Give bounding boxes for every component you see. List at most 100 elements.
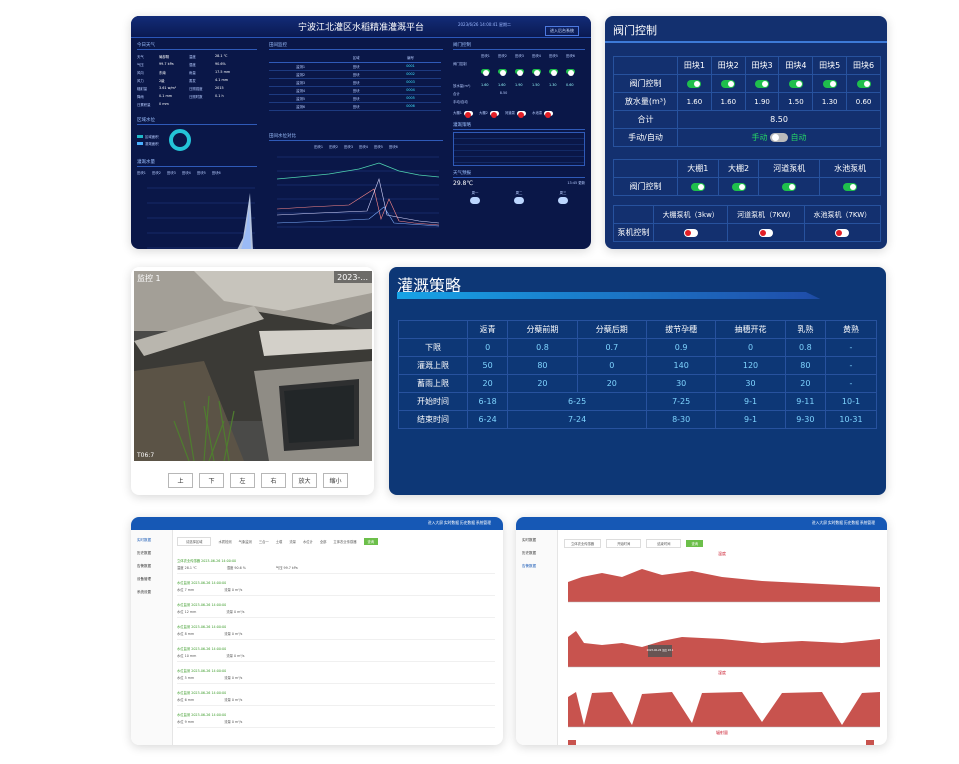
record-title[interactable]: 水位监测 2023-06-26 14:00:00 <box>177 580 495 585</box>
strategy-row: 蓄雨上限 20 20 20 30 30 20- <box>398 374 878 393</box>
valve-toggle-1[interactable] <box>687 79 702 88</box>
monitor-row[interactable]: 监测1 田块 0001 <box>269 62 441 71</box>
zoom-out-button[interactable]: 缩小 <box>323 473 348 488</box>
sidebar-item[interactable]: 历史数据 <box>522 551 557 556</box>
dash-pump-toggle[interactable] <box>489 110 499 118</box>
ptz-down-button[interactable]: 下 <box>199 473 224 488</box>
monitor-row[interactable]: 监测4 田块 0004 <box>269 86 441 95</box>
strategy-header-cell: 分蘖前期 <box>507 320 578 339</box>
ptz-up-button[interactable]: 上 <box>168 473 193 488</box>
record-title[interactable]: 水位监测 2023-06-26 14:00:00 <box>177 690 495 695</box>
strategy-header-cell: 返青 <box>466 320 509 339</box>
sidebar-item[interactable]: 历史数据 <box>137 551 172 556</box>
shed-header: 水池泵机 <box>819 159 881 178</box>
sidebar-item[interactable]: 设备管理 <box>137 577 172 582</box>
nav-system[interactable]: 系统管理 <box>476 520 491 526</box>
monitor-row[interactable]: 监测6 田块 0006 <box>269 102 441 111</box>
nav-realtime[interactable]: 实时数据 <box>444 520 459 526</box>
ptz-controls: 上下左右放大 缩小 <box>168 473 348 488</box>
monitor-row[interactable]: 监测5 田块 0005 <box>269 94 441 103</box>
dash-pump-toggle[interactable] <box>463 110 473 118</box>
record-title[interactable]: 水位监测 2023-06-26 14:00:00 <box>177 602 495 607</box>
dash-flow-label: 放水量(m³) <box>453 84 471 88</box>
water-level-legend-item: 田块1 <box>137 171 146 175</box>
nav-history-r[interactable]: 历史数据 <box>844 520 859 526</box>
shed-valve-toggle[interactable] <box>782 182 797 191</box>
dash-valve-toggle[interactable] <box>498 69 507 76</box>
weather-cell: 风力 <box>137 79 144 83</box>
shed-valve-toggle[interactable] <box>690 182 705 191</box>
valve-toggle-4[interactable] <box>788 79 803 88</box>
dash-pump-toggle[interactable] <box>544 110 554 118</box>
weather-cell: 局部阴 <box>159 55 170 59</box>
weather-cell: 2015 <box>215 86 224 90</box>
mode-switch[interactable]: 手动 自动 <box>677 128 881 147</box>
pump-toggle[interactable] <box>835 228 850 237</box>
valve-toggle-5[interactable] <box>822 79 837 88</box>
record-title[interactable]: 水位监测 2023-06-26 14:00:00 <box>177 646 495 651</box>
dash-valve-toggle[interactable] <box>549 69 558 76</box>
weather-grid: 天气 局部阴 温度 28.1 ℃ 气压 99.7 kPa 湿度 90.6% 风向 东南 雨量 17.5… <box>137 54 257 107</box>
filter-option[interactable]: 请选择区域 <box>177 537 212 546</box>
valve-toggle-2[interactable] <box>721 79 736 88</box>
zoom-in-button[interactable]: 放大 <box>292 473 317 488</box>
sidebar-item[interactable]: 实时数据 <box>137 538 172 543</box>
valve-toggle-3[interactable] <box>755 79 770 88</box>
sidebar-item[interactable]: 告警数据 <box>522 564 557 569</box>
valve-toggle-6[interactable] <box>856 79 871 88</box>
weather-cell: 东南 <box>159 71 166 75</box>
filter-option[interactable]: 水位计 <box>303 539 313 544</box>
mode-toggle[interactable] <box>770 133 788 142</box>
strategy-header-cell: 拔节孕穗 <box>645 320 717 339</box>
record-value: 水位 6 mm <box>177 698 195 702</box>
dash-valve-toggle[interactable] <box>481 69 490 76</box>
ptz-left-button[interactable]: 左 <box>230 473 255 488</box>
nav-dashboard-r[interactable]: 进入大屏 <box>812 520 827 526</box>
monitor-row[interactable]: 监测2 田块 0002 <box>269 70 441 79</box>
camera-corner-time: T06:7 <box>137 452 155 459</box>
shed-valve-toggle[interactable] <box>843 182 858 191</box>
nav-history[interactable]: 历史数据 <box>460 520 475 526</box>
dash-pump-toggle[interactable] <box>517 110 527 118</box>
filter-option[interactable]: 全部 <box>320 539 327 544</box>
filter-option[interactable]: 土壤 <box>276 539 283 544</box>
monitor-cell: 监测6 <box>269 102 333 111</box>
ptz-right-button[interactable]: 右 <box>261 473 286 488</box>
monitor-header-row: 区域 编号 <box>269 54 441 63</box>
record-value: 水位 9 mm <box>177 720 195 724</box>
pump-toggle[interactable] <box>683 228 698 237</box>
strategy-cell: 120 <box>715 356 786 375</box>
dash-valve-field: 田块6 <box>566 54 575 58</box>
record-item: 水位监测 2023-06-26 14:00:00 水位 7 mm 流量 0 m³/s <box>177 580 495 596</box>
record-title[interactable]: 水位监测 2023-06-26 14:00:00 <box>177 668 495 673</box>
enter-backend-button[interactable]: 进入后台系统 <box>545 26 579 36</box>
field-header-2: 田块2 <box>710 56 746 75</box>
shed-valve-label: 阀门控制 <box>613 177 678 196</box>
filter-option[interactable]: 流量 <box>289 539 296 544</box>
sidebar-item[interactable]: 告警数据 <box>137 564 172 569</box>
query-button[interactable]: 查询 <box>686 540 704 547</box>
dash-valve-toggle[interactable] <box>515 69 524 76</box>
shed-toggle-cell <box>758 177 821 196</box>
monitor-row[interactable]: 监测3 田块 0003 <box>269 78 441 87</box>
forecast-days: 周一 周二 周三 <box>453 190 585 206</box>
dash-valve-toggle[interactable] <box>532 69 541 76</box>
filter-option[interactable]: 三合一 <box>259 539 269 544</box>
nav-realtime-r[interactable]: 实时数据 <box>828 520 843 526</box>
query-button[interactable]: 查询 <box>363 538 379 545</box>
record-title[interactable]: 立体农业传感器 2023-06-26 14:00:00 <box>177 558 495 563</box>
record-title[interactable]: 水位监测 2023-06-26 14:00:00 <box>177 712 495 717</box>
dash-flow-value: 1.30 <box>549 83 557 87</box>
dash-valve-toggle[interactable] <box>566 69 575 76</box>
sidebar-item[interactable]: 实时数据 <box>522 538 557 543</box>
dash-flow-row: 放水量(m³) 1.60 1.60 1.90 1.50 1.30 0.60 <box>453 83 585 88</box>
record-title[interactable]: 水位监测 2023-06-26 14:00:00 <box>177 624 495 629</box>
filter-option[interactable]: 立体农业传感器 <box>333 539 356 544</box>
filter-option[interactable]: 水质检测 <box>218 539 231 544</box>
sidebar-item[interactable]: 系统设置 <box>137 590 172 595</box>
shed-valve-toggle[interactable] <box>731 182 746 191</box>
filter-option[interactable]: 气象监测 <box>239 539 252 544</box>
nav-dashboard[interactable]: 进入大屏 <box>428 520 443 526</box>
nav-system-r[interactable]: 系统管理 <box>860 520 875 526</box>
pump-toggle[interactable] <box>759 228 774 237</box>
